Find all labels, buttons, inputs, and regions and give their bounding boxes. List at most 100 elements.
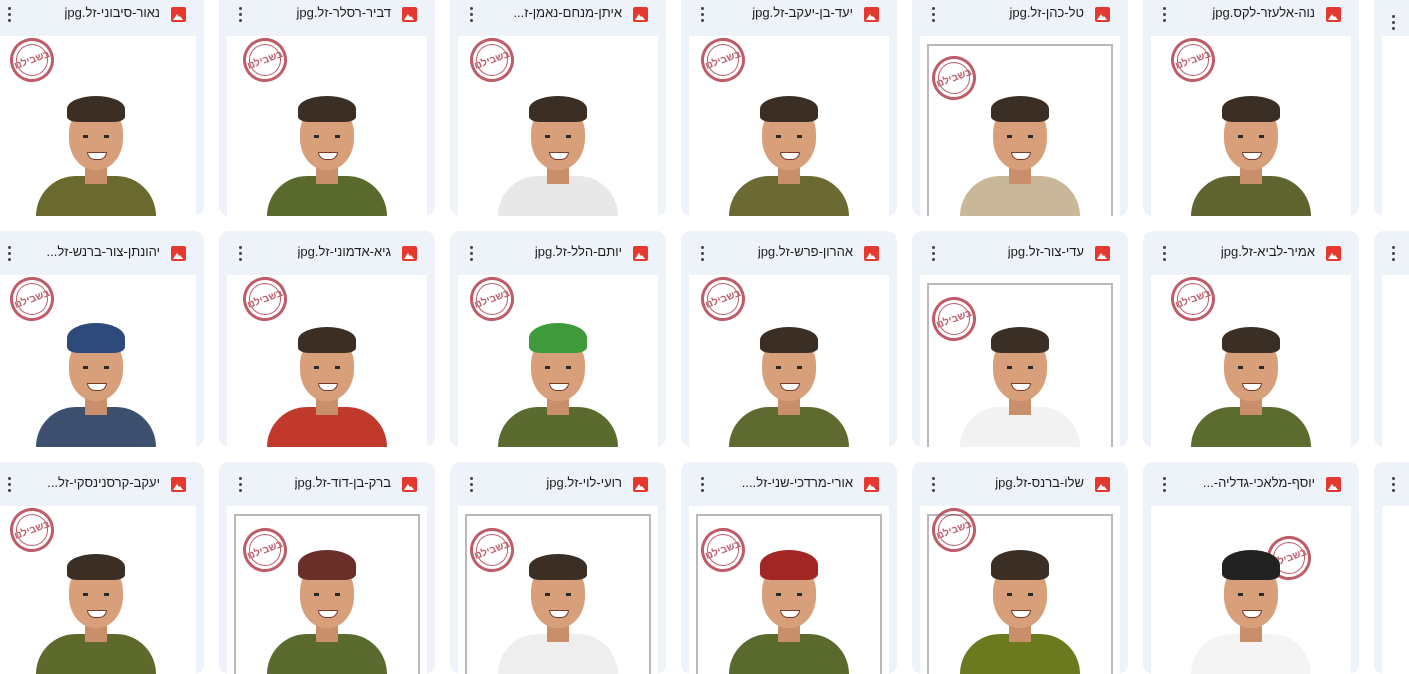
more-options-icon[interactable] <box>2 472 18 496</box>
image-thumbnail[interactable]: בשבילנו <box>227 31 427 216</box>
file-grid: נוה-אלעזר-לקס.jpg בשבילנו טל-כהן-זל.jpg בשב… <box>0 0 1409 674</box>
portrait-eyes <box>776 135 802 138</box>
more-options-icon[interactable] <box>1157 2 1173 26</box>
image-file-icon <box>402 7 417 22</box>
file-card[interactable]: נאור-סיבוני-זל.jpg בשבילנו <box>0 0 204 216</box>
file-card[interactable]: יעד-בן-יעקב-זל.jpg בשבילנו <box>681 0 897 216</box>
file-card[interactable]: יוסף-מלאכי-גדליה-... בשבילנו <box>1143 462 1359 674</box>
more-options-icon[interactable] <box>1386 472 1402 496</box>
file-card[interactable]: אמיר-לביא-זל.jpg בשבילנו <box>1143 231 1359 447</box>
file-card-header: נאור-סיבוני-זל.jpg <box>0 0 204 36</box>
file-card[interactable]: טל-כהן-זל.jpg בשבילנו <box>912 0 1128 216</box>
portrait-hair <box>529 323 587 353</box>
file-card[interactable]: יעקב-קרסנינסקי-זל... בשבילנו <box>0 462 204 674</box>
more-options-icon[interactable] <box>1386 10 1402 34</box>
file-card[interactable]: עדי-צור-זל.jpg בשבילנו <box>912 231 1128 447</box>
image-thumbnail[interactable]: בשבילנו <box>458 270 658 447</box>
file-card[interactable]: נוה-אלעזר-לקס.jpg בשבילנו <box>1143 0 1359 216</box>
portrait-eyes <box>1007 135 1033 138</box>
stamp-logo: בשבילנו <box>694 31 752 89</box>
file-card[interactable]: יותם-הלל-זל.jpg בשבילנו <box>450 231 666 447</box>
image-thumbnail[interactable]: בשבילנו <box>920 501 1120 674</box>
image-thumbnail[interactable]: בשבילנו <box>920 275 1120 447</box>
image-thumbnail[interactable]: בשבילנו <box>1151 31 1351 216</box>
image-file-icon <box>1095 246 1110 261</box>
image-thumbnail[interactable]: בשבילנו <box>0 270 196 447</box>
more-options-icon[interactable] <box>464 472 480 496</box>
file-name: יעקב-קרסנינסקי-זל... <box>47 475 160 490</box>
stamp-logo: בשבילנו <box>463 31 521 89</box>
stamp-logo: בשבילנו <box>1164 270 1222 328</box>
portrait-hair <box>991 550 1049 580</box>
file-card-partial[interactable] <box>1374 231 1409 447</box>
more-options-icon[interactable] <box>233 472 249 496</box>
image-thumbnail[interactable]: בשבילנו <box>458 506 658 674</box>
portrait-hair <box>67 554 125 580</box>
file-card[interactable]: שלו-ברנס-זל.jpg בשבילנו <box>912 462 1128 674</box>
portrait-eyes <box>1007 593 1033 596</box>
portrait-eyes <box>314 366 340 369</box>
stamp-logo: בשבילנו <box>694 270 752 328</box>
image-thumbnail[interactable]: בשבילנו <box>227 506 427 674</box>
more-options-icon[interactable] <box>1157 241 1173 265</box>
file-card[interactable]: יהונתן-צור-ברנש-זל... בשבילנו <box>0 231 204 447</box>
file-name: יוסף-מלאכי-גדליה-... <box>1202 475 1315 490</box>
portrait-hair <box>991 96 1049 122</box>
file-card-header: טל-כהן-זל.jpg <box>912 0 1128 36</box>
file-card-header: עדי-צור-זל.jpg <box>912 231 1128 275</box>
image-thumbnail[interactable]: בשבילנו <box>1151 270 1351 447</box>
more-options-icon[interactable] <box>233 241 249 265</box>
portrait-hair <box>991 327 1049 353</box>
file-card[interactable]: רועי-לוי-זל.jpg בשבילנו <box>450 462 666 674</box>
stamp-logo: בשבילנו <box>236 31 294 89</box>
file-card-header: רועי-לוי-זל.jpg <box>450 462 666 506</box>
file-card[interactable]: ברק-בן-דוד-זל.jpg בשבילנו <box>219 462 435 674</box>
image-file-icon <box>633 477 648 492</box>
more-options-icon[interactable] <box>2 241 18 265</box>
portrait-hair <box>67 96 125 122</box>
image-file-icon <box>171 7 186 22</box>
more-options-icon[interactable] <box>695 472 711 496</box>
image-thumbnail[interactable] <box>1382 506 1409 674</box>
file-card-header: יעד-בן-יעקב-זל.jpg <box>681 0 897 36</box>
file-card[interactable]: אורי-מרדכי-שני-זל.... בשבילנו <box>681 462 897 674</box>
file-card-partial[interactable] <box>1374 0 1409 216</box>
image-thumbnail[interactable]: בשבילנו <box>458 31 658 216</box>
file-name: עדי-צור-זל.jpg <box>1007 244 1084 259</box>
portrait-eyes <box>314 593 340 596</box>
image-thumbnail[interactable]: בשבילנו <box>689 270 889 447</box>
file-name: יותם-הלל-זל.jpg <box>534 244 622 259</box>
portrait-eyes <box>545 593 571 596</box>
image-thumbnail[interactable] <box>1382 36 1409 216</box>
portrait-eyes <box>83 593 109 596</box>
file-card[interactable]: אהרון-פרש-זל.jpg בשבילנו <box>681 231 897 447</box>
image-thumbnail[interactable]: בשבילנו <box>227 270 427 447</box>
more-options-icon[interactable] <box>2 2 18 26</box>
image-thumbnail[interactable]: בשבילנו <box>689 506 889 674</box>
file-card[interactable]: גיא-אדמוני-זל.jpg בשבילנו <box>219 231 435 447</box>
more-options-icon[interactable] <box>926 241 942 265</box>
more-options-icon[interactable] <box>926 472 942 496</box>
image-thumbnail[interactable]: בשבילנו <box>1151 506 1351 674</box>
file-card-partial[interactable] <box>1374 462 1409 674</box>
image-thumbnail[interactable]: בשבילנו <box>920 36 1120 216</box>
image-thumbnail[interactable]: בשבילנו <box>689 31 889 216</box>
image-thumbnail[interactable]: בשבילנו <box>0 501 196 674</box>
file-card-header: יותם-הלל-זל.jpg <box>450 231 666 275</box>
image-file-icon <box>864 246 879 261</box>
more-options-icon[interactable] <box>926 2 942 26</box>
image-thumbnail[interactable] <box>1382 275 1409 447</box>
more-options-icon[interactable] <box>464 2 480 26</box>
more-options-icon[interactable] <box>1157 472 1173 496</box>
file-card-header: שלו-ברנס-זל.jpg <box>912 462 1128 506</box>
more-options-icon[interactable] <box>695 241 711 265</box>
file-card[interactable]: דביר-רסלר-זל.jpg בשבילנו <box>219 0 435 216</box>
file-card[interactable]: איתן-מנחם-נאמן-ז... בשבילנו <box>450 0 666 216</box>
portrait-hair <box>760 96 818 122</box>
image-thumbnail[interactable]: בשבילנו <box>0 31 196 216</box>
file-name: ברק-בן-דוד-זל.jpg <box>294 475 391 490</box>
more-options-icon[interactable] <box>464 241 480 265</box>
more-options-icon[interactable] <box>695 2 711 26</box>
more-options-icon[interactable] <box>233 2 249 26</box>
more-options-icon[interactable] <box>1386 241 1402 265</box>
